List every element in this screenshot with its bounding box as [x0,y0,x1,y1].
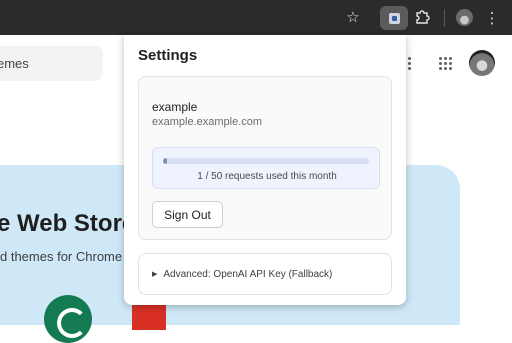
dot [408,67,411,70]
hero-title: e Web Store [0,210,136,237]
star-icon[interactable]: ☆ [344,8,362,26]
hero-subtitle: d themes for Chrome [0,249,123,264]
dot [449,57,452,60]
extension-button[interactable] [380,6,408,30]
dot [408,57,411,60]
dot [449,67,452,70]
extension-popup: Settings example example.example.com 1 /… [124,35,406,305]
usage-panel: 1 / 50 requests used this month [152,147,380,189]
profile-icon[interactable] [456,9,473,26]
search-input[interactable]: emes [0,46,103,81]
dot [444,57,447,60]
toolbar-divider [444,9,445,27]
apps-grid-icon[interactable] [439,57,453,71]
expand-triangle-icon: ▶ [152,270,158,278]
dot [449,62,452,65]
advanced-settings-toggle[interactable]: ▶ Advanced: OpenAI API Key (Fallback) [138,253,392,295]
dot [444,67,447,70]
dot [408,62,411,65]
dot [444,62,447,65]
puzzle-icon-svg [416,10,430,24]
browser-toolbar: ☆ ⋮ [0,0,512,35]
advanced-label: Advanced: OpenAI API Key (Fallback) [163,268,333,280]
account-name: example [152,100,198,114]
extension-icon [388,12,400,24]
usage-progress-bar [163,158,369,164]
account-card: example example.example.com 1 / 50 reque… [138,76,392,240]
more-options-icon[interactable] [408,57,412,71]
avatar[interactable] [469,50,495,76]
puzzle-icon[interactable] [414,8,432,26]
kebab-icon[interactable]: ⋮ [485,8,500,28]
dot [439,57,442,60]
dot [439,67,442,70]
app-logo-icon[interactable] [44,295,92,343]
dot [439,62,442,65]
sign-out-button[interactable]: Sign Out [152,201,223,228]
account-email: example.example.com [152,116,263,128]
popup-title: Settings [138,47,198,64]
usage-progress-fill [163,158,168,164]
usage-text: 1 / 50 requests used this month [197,171,337,182]
